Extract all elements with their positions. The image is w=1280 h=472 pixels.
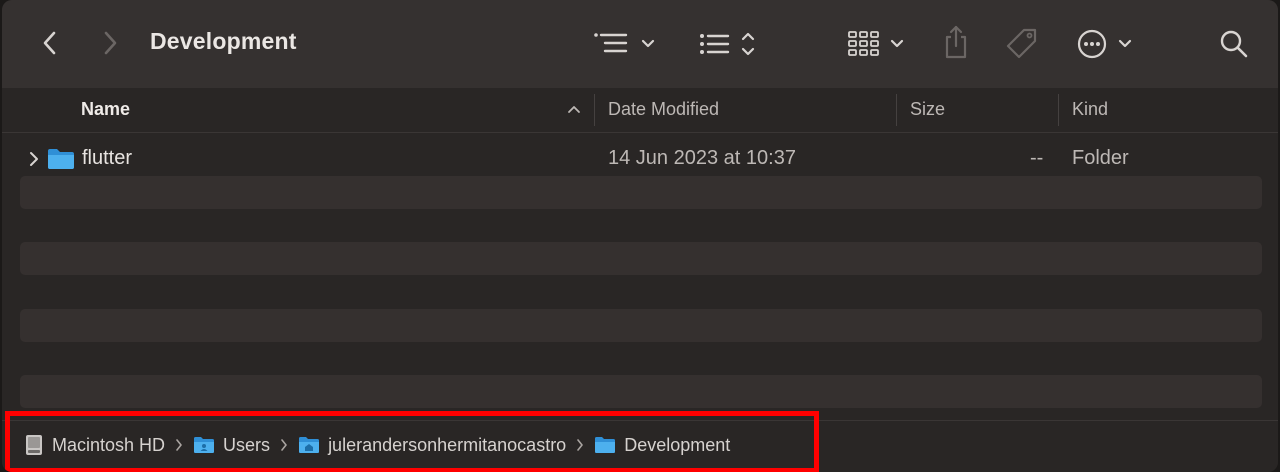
tag-icon	[1006, 28, 1037, 59]
tag-button[interactable]	[1004, 26, 1040, 62]
column-date-modified[interactable]: Date Modified	[608, 88, 719, 132]
ellipsis-circle-icon	[1077, 29, 1132, 59]
toolbar: Development	[2, 0, 1278, 89]
file-row-flutter[interactable]: flutter 14 Jun 2023 at 10:37 -- Folder	[20, 143, 1262, 176]
column-divider[interactable]	[594, 94, 595, 126]
share-button[interactable]	[942, 24, 970, 60]
list-view-icon	[594, 33, 655, 53]
empty-row-stripe	[20, 176, 1262, 209]
empty-row-stripe	[20, 242, 1262, 275]
window-title: Development	[150, 28, 297, 54]
group-button[interactable]	[698, 28, 760, 60]
column-kind[interactable]: Kind	[1072, 88, 1108, 132]
column-name[interactable]: Name	[81, 88, 130, 132]
forward-button[interactable]	[98, 28, 122, 58]
file-size: --	[1030, 147, 1044, 169]
list-group-icon	[700, 32, 755, 56]
column-size[interactable]: Size	[910, 88, 945, 132]
disclosure-triangle-icon[interactable]	[28, 151, 40, 167]
file-date-modified: 14 Jun 2023 at 10:37	[608, 147, 796, 169]
share-icon	[945, 25, 967, 59]
back-button[interactable]	[38, 28, 62, 58]
file-name: flutter	[82, 147, 133, 169]
view-options-button[interactable]	[592, 30, 660, 58]
column-header: Name Date Modified Size Kind	[2, 88, 1278, 133]
grid-icon	[848, 31, 904, 56]
search-icon	[1220, 30, 1248, 58]
icon-view-button[interactable]	[848, 30, 910, 58]
chevron-left-icon	[43, 31, 56, 55]
column-divider[interactable]	[1058, 94, 1059, 126]
folder-icon	[48, 149, 74, 169]
finder-window: Development Name Date Modified Size Kind…	[2, 0, 1278, 472]
empty-row-stripe	[20, 309, 1262, 342]
column-divider[interactable]	[896, 94, 897, 126]
sort-ascending-icon[interactable]	[566, 101, 582, 117]
search-button[interactable]	[1218, 28, 1250, 60]
file-list: flutter 14 Jun 2023 at 10:37 -- Folder	[2, 133, 1278, 411]
path-bar-highlight-box	[5, 411, 819, 472]
file-kind: Folder	[1072, 147, 1129, 169]
empty-row-stripe	[20, 375, 1262, 408]
chevron-right-icon	[104, 31, 117, 55]
more-actions-button[interactable]	[1076, 28, 1138, 60]
